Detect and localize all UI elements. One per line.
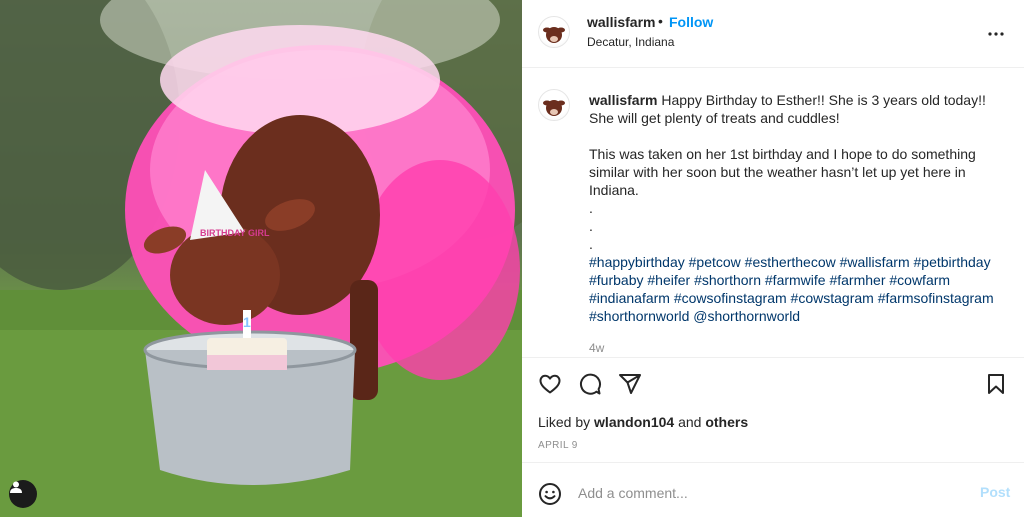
caption-dot: .	[589, 200, 593, 216]
more-horizontal-icon	[988, 32, 1004, 36]
caption-line-2: This was taken on her 1st birthday and I…	[589, 146, 976, 198]
caption-text: wallisfarm Happy Birthday to Esther!! Sh…	[589, 91, 1009, 325]
comment-button[interactable]	[578, 372, 602, 396]
post-comment-button[interactable]: Post	[980, 484, 1010, 500]
liked-by-prefix: Liked by	[538, 414, 591, 430]
avatar[interactable]	[538, 16, 570, 48]
separator-dot: •	[658, 13, 663, 29]
caption-dot: .	[589, 218, 593, 234]
post-header: wallisfarm • Follow Decatur, Indiana	[522, 0, 1024, 68]
user-tag-button[interactable]	[9, 480, 37, 508]
username-link[interactable]: wallisfarm	[587, 14, 655, 30]
caption-dot: .	[589, 236, 593, 252]
liked-by-and: and	[678, 414, 702, 430]
caption-area: wallisfarm Happy Birthday to Esther!! Sh…	[522, 69, 1024, 357]
post-photo-illustration: BIRTHDAY GIRL 1	[0, 0, 522, 517]
cow-avatar-icon	[543, 27, 565, 43]
post-side-panel: wallisfarm • Follow Decatur, Indiana wal…	[522, 0, 1024, 517]
emoji-button[interactable]	[538, 482, 562, 506]
caption-avatar[interactable]	[538, 89, 570, 121]
bookmark-icon	[988, 374, 1004, 394]
smiley-icon	[539, 483, 561, 505]
comment-bubble-icon	[580, 373, 601, 395]
share-button[interactable]	[618, 372, 642, 396]
post-date[interactable]: APRIL 9	[538, 440, 578, 451]
more-options-button[interactable]	[984, 22, 1008, 46]
liked-by-others-link[interactable]: others	[705, 414, 748, 430]
user-tag-icon	[10, 481, 22, 493]
comment-bar: Post	[522, 462, 1024, 517]
caption-hashtags[interactable]: #happybirthday #petcow #estherthecow #wa…	[589, 253, 1009, 325]
comment-input[interactable]	[578, 479, 958, 507]
save-button[interactable]	[984, 372, 1008, 396]
post-actions: Liked by wlandon104 and others APRIL 9 P…	[522, 357, 1024, 517]
caption-username[interactable]: wallisfarm	[589, 92, 657, 108]
follow-button[interactable]: Follow	[669, 14, 713, 30]
paper-plane-icon	[619, 374, 641, 394]
cow-avatar-icon	[543, 100, 565, 116]
location-link[interactable]: Decatur, Indiana	[587, 35, 674, 49]
liked-by-user-link[interactable]: wlandon104	[594, 414, 674, 430]
liked-by-text: Liked by wlandon104 and others	[538, 414, 748, 430]
post-image[interactable]: BIRTHDAY GIRL 1	[0, 0, 522, 517]
candle-number: 1	[243, 314, 251, 330]
like-button[interactable]	[538, 372, 562, 396]
hat-text: BIRTHDAY GIRL	[200, 228, 270, 238]
heart-icon	[539, 374, 561, 394]
caption-time-ago[interactable]: 4w	[589, 341, 604, 355]
